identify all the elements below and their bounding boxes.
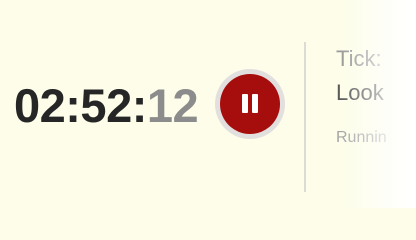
- pause-icon: [242, 94, 258, 113]
- pause-button[interactable]: [215, 69, 285, 139]
- timer-widget: 02:52:12 Tick: Look Runnin: [0, 0, 416, 208]
- task-title: Look: [336, 80, 384, 105]
- elapsed-seconds: 12: [146, 79, 199, 132]
- task-info: Tick: Look Runnin: [336, 44, 416, 148]
- tick-label: Tick:: [336, 46, 382, 71]
- elapsed-time-display: 02:52:12: [14, 79, 199, 132]
- vertical-divider: [304, 42, 306, 192]
- status-text: Runnin: [336, 129, 387, 146]
- elapsed-hours-minutes: 02:52:: [14, 79, 147, 132]
